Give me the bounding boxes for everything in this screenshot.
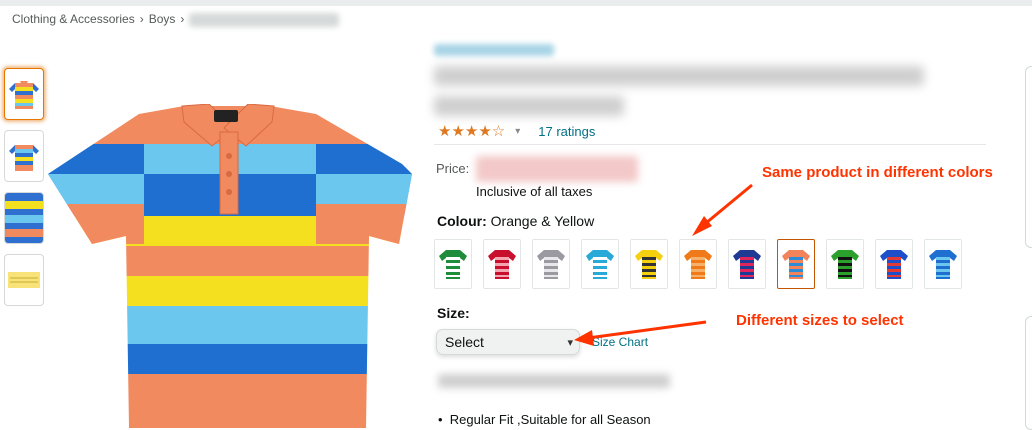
- size-dropdown[interactable]: Select ▾: [436, 329, 580, 355]
- product-main-image[interactable]: [44, 104, 416, 428]
- shirt-swatch-image: [782, 250, 810, 279]
- label-closeup-image: [8, 272, 40, 288]
- bullet-redacted: [438, 374, 670, 388]
- fabric-closeup-image: [5, 193, 43, 243]
- thumbnail-1[interactable]: [4, 68, 44, 120]
- shirt-swatch-image: [684, 250, 712, 279]
- feature-bullet: • Regular Fit ,Suitable for all Season: [438, 412, 651, 427]
- colour-swatch[interactable]: [826, 239, 864, 289]
- colour-swatch[interactable]: [924, 239, 962, 289]
- shirt-swatch-image: [537, 250, 565, 279]
- colour-swatch[interactable]: [483, 239, 521, 289]
- thumbnail-4[interactable]: [4, 254, 44, 306]
- colour-swatch[interactable]: [434, 239, 472, 289]
- annotation-sizes: Different sizes to select: [736, 312, 904, 329]
- colour-value: Orange & Yellow: [490, 213, 595, 229]
- shirt-swatch-image: [439, 250, 467, 279]
- size-dropdown-value: Select: [445, 334, 484, 350]
- colour-label: Colour:: [437, 213, 487, 229]
- product-title-redacted-line2: [434, 96, 624, 116]
- breadcrumb-item-clothing[interactable]: Clothing & Accessories: [12, 12, 135, 26]
- colour-swatch[interactable]: [875, 239, 913, 289]
- colour-swatch[interactable]: [532, 239, 570, 289]
- shirt-swatch-image: [488, 250, 516, 279]
- chevron-down-icon: ▾: [567, 336, 573, 349]
- arrow-to-swatches: [699, 183, 753, 230]
- breadcrumb-separator: ›: [139, 12, 144, 26]
- divider: [434, 144, 986, 145]
- shirt-swatch-image: [635, 250, 663, 279]
- ratings-count-link[interactable]: 17 ratings: [538, 124, 595, 139]
- shirt-thumbnail-image: [9, 81, 39, 109]
- shirt-swatch-image: [831, 250, 859, 279]
- side-panel-edge: [1025, 66, 1032, 248]
- colour-swatch[interactable]: [728, 239, 766, 289]
- colour-swatch[interactable]: [679, 239, 717, 289]
- top-nav-strip: [0, 0, 1032, 6]
- shirt-swatch-image: [929, 250, 957, 279]
- brand-link-redacted[interactable]: [434, 44, 554, 56]
- side-panel-edge: [1025, 316, 1032, 430]
- chevron-down-icon[interactable]: ▾: [515, 126, 520, 137]
- breadcrumb-item-redacted[interactable]: [189, 12, 340, 27]
- colour-swatch[interactable]: [777, 239, 815, 289]
- price-label: Price:: [436, 161, 470, 176]
- bullet-dot: •: [438, 412, 450, 427]
- size-label: Size:: [437, 305, 470, 321]
- price-value-redacted: [476, 156, 638, 182]
- thumbnail-3[interactable]: [4, 192, 44, 244]
- annotation-colors: Same product in different colors: [762, 164, 993, 181]
- thumbnail-2[interactable]: [4, 130, 44, 182]
- arrow-head-icon: [692, 216, 712, 236]
- colour-swatch-list: [434, 239, 973, 289]
- shirt-swatch-image: [586, 250, 614, 279]
- rating-summary: ★★★★☆ ▾ 17 ratings: [438, 122, 595, 140]
- colour-swatch[interactable]: [581, 239, 619, 289]
- shirt-swatch-image: [733, 250, 761, 279]
- thumbnail-list: [4, 68, 44, 316]
- breadcrumb-item-boys[interactable]: Boys: [149, 12, 176, 26]
- breadcrumb-separator: ›: [180, 12, 185, 26]
- colour-swatch[interactable]: [630, 239, 668, 289]
- product-title-redacted: [434, 66, 924, 86]
- feature-bullet-text: Regular Fit ,Suitable for all Season: [449, 412, 651, 427]
- shirt-thumbnail-image: [9, 145, 39, 171]
- tax-note: Inclusive of all taxes: [476, 184, 593, 199]
- colour-selection-label: Colour: Orange & Yellow: [437, 213, 594, 229]
- star-rating-icon[interactable]: ★★★★☆: [438, 122, 505, 140]
- breadcrumb: Clothing & Accessories › Boys ›: [12, 12, 340, 27]
- shirt-swatch-image: [880, 250, 908, 279]
- size-chart-link[interactable]: Size Chart: [592, 335, 648, 349]
